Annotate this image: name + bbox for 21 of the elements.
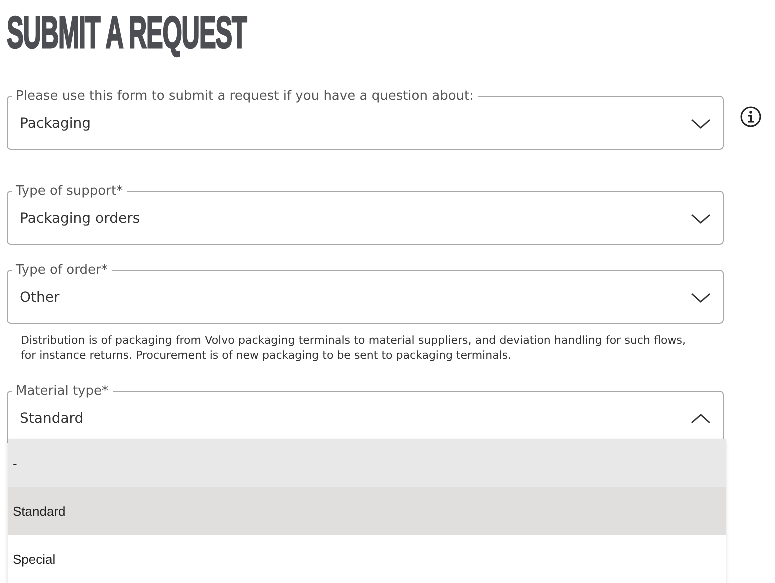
field-label: Material type* [15, 384, 110, 399]
field-label: Please use this form to submit a request if you have a question about: [15, 89, 476, 104]
field-label: Type of support* [15, 184, 124, 199]
help-text: Distribution is of packaging from Volvo packaging terminals to material suppliers, and deviation handling for such flows, for instance returns. Procurement is of new packaging to be sent to packaging terminals. [20, 333, 687, 363]
info-icon[interactable] [740, 106, 762, 128]
select-field[interactable]: Type of support* Packaging orders [7, 184, 724, 245]
selected-value: Packaging orders [20, 210, 140, 228]
chevron-down-icon [691, 118, 711, 128]
selected-value: Standard [20, 410, 84, 428]
select-field[interactable]: Please use this form to submit a request if you have a question about: Packaging [7, 89, 724, 150]
field-label: Type of order* [15, 263, 109, 278]
chevron-down-icon [691, 292, 711, 302]
selected-value: Packaging [20, 116, 92, 134]
page-title: SUBMIT A REQUEST [7, 10, 247, 55]
selected-value: Other [20, 290, 60, 308]
dropdown-option[interactable]: Standard [8, 487, 726, 535]
select-field[interactable]: Type of order* Other [7, 263, 724, 324]
dropdown-option[interactable]: Special [8, 535, 726, 583]
dropdown-option[interactable]: - [8, 439, 726, 487]
chevron-down-icon [691, 214, 711, 224]
chevron-up-icon [691, 414, 711, 424]
